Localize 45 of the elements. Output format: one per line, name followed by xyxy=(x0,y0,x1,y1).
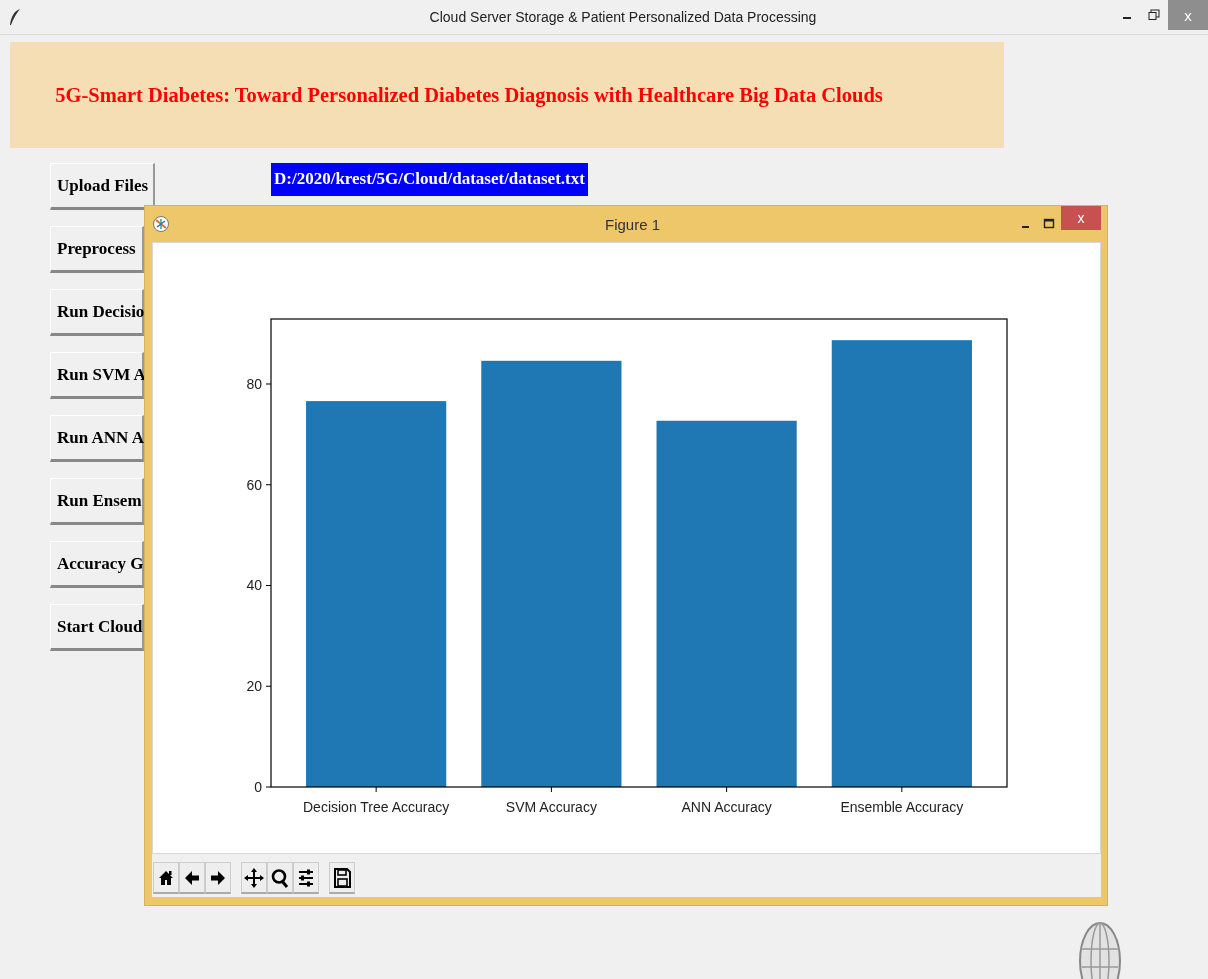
tick-mark xyxy=(265,383,272,385)
action-button[interactable]: Run SVM A xyxy=(50,352,144,399)
tick-mark xyxy=(901,786,903,793)
app-title: 5G-Smart Diabetes: Toward Personalized Diabetes Diagnosis with Healthcare Big Data Clouds xyxy=(55,83,884,107)
tick-mark xyxy=(550,786,552,793)
tick-label: SVM Accuracy xyxy=(505,799,597,815)
action-button[interactable]: Run ANN A xyxy=(50,415,144,462)
move-button[interactable] xyxy=(241,862,267,894)
search-icon xyxy=(270,866,290,889)
tick-label: 0 xyxy=(254,779,262,795)
window-title: Cloud Server Storage & Patient Personalized Data Processing xyxy=(428,9,818,25)
figure-app-icon xyxy=(152,215,170,233)
right-arrow-button[interactable] xyxy=(205,862,231,894)
tick-label: 40 xyxy=(246,577,262,594)
search-button[interactable] xyxy=(267,862,293,894)
action-button[interactable]: Start Cloud xyxy=(50,604,144,651)
tick-mark xyxy=(375,786,377,793)
left-arrow-button[interactable] xyxy=(179,862,205,894)
tick-label: 80 xyxy=(246,376,262,392)
tick-mark xyxy=(265,685,272,687)
tick-mark xyxy=(265,585,272,586)
tick-mark xyxy=(265,484,272,486)
figure-title: Figure 1 xyxy=(604,215,661,233)
floppy-disk-button[interactable] xyxy=(329,862,355,894)
globe-icon xyxy=(1078,919,1122,979)
tick-mark xyxy=(265,786,272,788)
close-button[interactable]: x xyxy=(1061,206,1101,230)
action-button[interactable]: Run Ensem xyxy=(50,478,144,525)
tick-label: Ensemble Accuracy xyxy=(840,799,964,815)
home-button[interactable] xyxy=(153,862,179,894)
action-button[interactable]: Run Decisio xyxy=(50,289,144,336)
action-button[interactable]: Preprocess xyxy=(50,226,144,273)
move-icon xyxy=(244,866,264,889)
tick-label: ANN Accuracy xyxy=(681,799,772,815)
tick-label: 60 xyxy=(246,476,262,493)
feather-icon xyxy=(8,8,22,26)
tick-label: 20 xyxy=(246,678,262,695)
action-button[interactable]: Accuracy G xyxy=(50,541,144,588)
tick-mark xyxy=(726,786,728,793)
action-button[interactable]: Upload Files xyxy=(50,163,155,210)
restore-icon[interactable] xyxy=(1148,9,1160,21)
file-path-label: D:/2020/krest/5G/Cloud/dataset/dataset.txt xyxy=(271,163,588,196)
sliders-button[interactable] xyxy=(293,862,319,894)
maximize-icon[interactable] xyxy=(1043,218,1055,230)
tick-label: Decision Tree Accuracy xyxy=(303,799,450,815)
